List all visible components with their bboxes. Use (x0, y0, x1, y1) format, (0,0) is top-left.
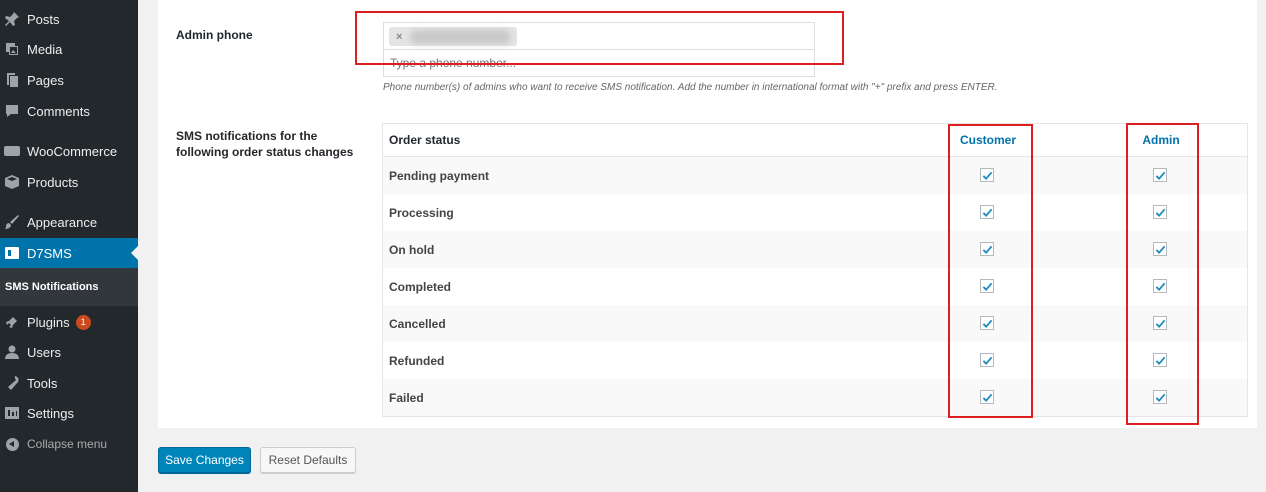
header-admin[interactable]: Admin (1121, 133, 1201, 147)
table-row: Failed (383, 379, 1247, 416)
sidebar-item-appearance[interactable]: Appearance (0, 207, 138, 237)
table-row: Pending payment (383, 157, 1247, 194)
sidebar-item-pages[interactable]: Pages (0, 65, 138, 95)
products-icon (3, 173, 21, 191)
sidebar-item-label: Products (27, 174, 79, 190)
table-row: Processing (383, 194, 1247, 231)
admin-checkbox[interactable] (1153, 353, 1167, 367)
collapse-icon (3, 435, 21, 453)
sidebar-item-label: Users (27, 344, 61, 360)
sidebar-item-label: WooCommerce (27, 143, 118, 159)
order-status-table: Order status Customer Admin Pending paym… (382, 123, 1248, 417)
collapse-menu-button[interactable]: Collapse menu (0, 429, 138, 459)
admin-sidebar: Posts Media Pages Comments WooCommerce P… (0, 0, 138, 492)
admin-checkbox[interactable] (1153, 242, 1167, 256)
order-status-name: Refunded (389, 353, 445, 368)
submenu-label: SMS Notifications (5, 281, 99, 293)
customer-checkbox[interactable] (980, 390, 994, 404)
sidebar-item-label: Posts (27, 11, 60, 27)
order-status-name: Failed (389, 390, 424, 405)
woocommerce-icon (3, 142, 21, 160)
sidebar-item-settings[interactable]: Settings (0, 398, 138, 428)
pages-icon (3, 71, 21, 89)
users-icon (3, 343, 21, 361)
order-status-name: Completed (389, 279, 452, 294)
order-status-name: Cancelled (389, 316, 446, 331)
sidebar-item-posts[interactable]: Posts (0, 4, 138, 34)
phone-description: Phone number(s) of admins who want to re… (383, 82, 998, 93)
admin-checkbox[interactable] (1153, 390, 1167, 404)
sidebar-item-plugins[interactable]: Plugins 1 (0, 307, 138, 337)
remove-tag-icon[interactable]: × (396, 31, 402, 43)
order-status-name: Pending payment (389, 168, 490, 183)
tools-icon (3, 374, 21, 392)
sms-label-line2: following order status changes (176, 145, 354, 159)
admin-checkbox[interactable] (1153, 316, 1167, 330)
sidebar-item-tools[interactable]: Tools (0, 368, 138, 398)
sidebar-item-label: Appearance (27, 214, 98, 230)
media-icon (3, 40, 21, 58)
sms-label-line1: SMS notifications for the (176, 129, 318, 143)
reset-defaults-button[interactable]: Reset Defaults (260, 447, 356, 473)
table-row: Cancelled (383, 305, 1247, 342)
save-changes-button[interactable]: Save Changes (158, 447, 251, 473)
table-row: On hold (383, 231, 1247, 268)
admin-checkbox[interactable] (1153, 279, 1167, 293)
customer-checkbox[interactable] (980, 316, 994, 330)
phone-tag-chip: × (389, 27, 517, 46)
table-row: Refunded (383, 342, 1247, 379)
sidebar-item-label: Plugins (27, 314, 70, 330)
sidebar-item-label: Media (27, 41, 63, 57)
sidebar-item-label: Tools (27, 375, 58, 391)
sidebar-item-label: D7SMS (27, 245, 72, 261)
phone-tags-field[interactable]: × (383, 22, 815, 50)
sidebar-item-media[interactable]: Media (0, 34, 138, 64)
update-count-badge: 1 (75, 314, 91, 330)
header-order-status: Order status (389, 133, 461, 147)
appearance-icon (3, 213, 21, 231)
table-row: Completed (383, 268, 1247, 305)
order-status-name: On hold (389, 242, 435, 257)
sidebar-item-d7sms[interactable]: D7SMS (0, 238, 138, 268)
phone-number-input[interactable] (383, 50, 815, 77)
customer-checkbox[interactable] (980, 205, 994, 219)
sidebar-item-comments[interactable]: Comments (0, 96, 138, 126)
redacted-phone-number (410, 29, 511, 44)
customer-checkbox[interactable] (980, 353, 994, 367)
sms-notifications-label: SMS notifications for the following orde… (176, 128, 353, 160)
sidebar-submenu-sms-notifications[interactable]: SMS Notifications (0, 268, 138, 306)
customer-checkbox[interactable] (980, 242, 994, 256)
d7sms-icon (3, 244, 21, 262)
customer-checkbox[interactable] (980, 279, 994, 293)
sidebar-item-label: Pages (27, 72, 64, 88)
settings-icon (3, 404, 21, 422)
table-body: Pending payment Processing On hold Complete… (383, 157, 1247, 416)
pin-icon (3, 10, 21, 28)
header-customer[interactable]: Customer (948, 133, 1028, 147)
sidebar-item-products[interactable]: Products (0, 167, 138, 197)
collapse-label: Collapse menu (27, 437, 108, 451)
plugins-icon (3, 313, 21, 331)
admin-checkbox[interactable] (1153, 205, 1167, 219)
admin-phone-label: Admin phone (176, 28, 253, 42)
customer-checkbox[interactable] (980, 168, 994, 182)
comments-icon (3, 102, 21, 120)
admin-checkbox[interactable] (1153, 168, 1167, 182)
sidebar-item-label: Comments (27, 103, 90, 119)
order-status-name: Processing (389, 205, 454, 220)
sidebar-item-label: Settings (27, 405, 74, 421)
sidebar-item-woocommerce[interactable]: WooCommerce (0, 136, 138, 166)
sidebar-item-users[interactable]: Users (0, 337, 138, 367)
table-header: Order status Customer Admin (383, 124, 1247, 157)
